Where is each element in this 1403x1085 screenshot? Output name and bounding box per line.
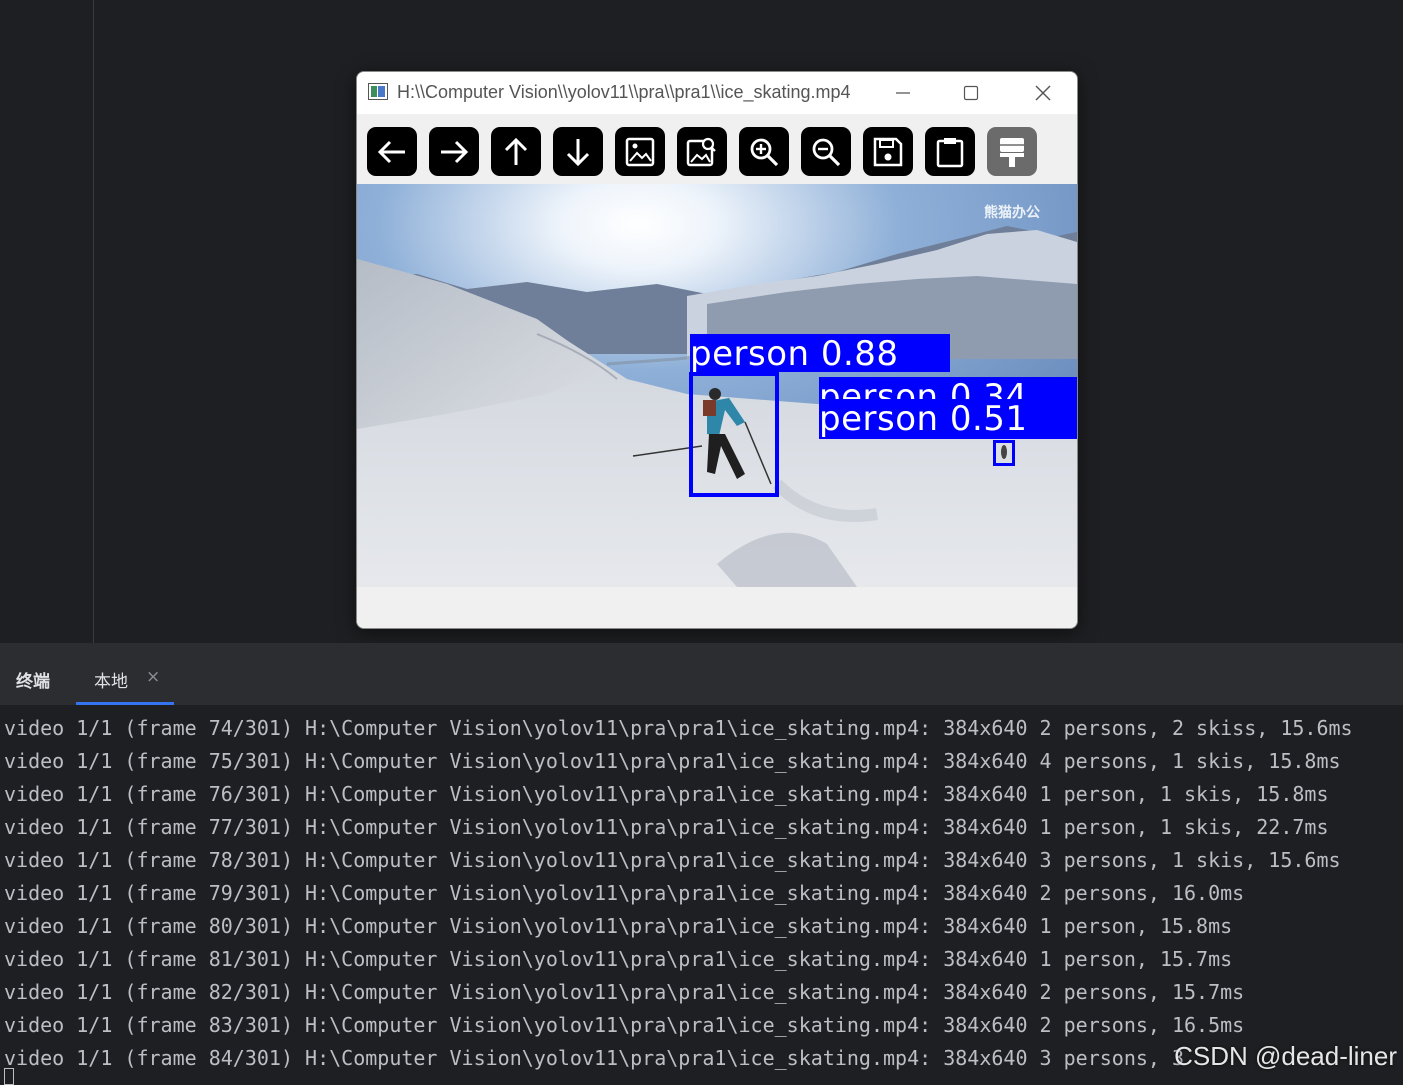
terminal-line: video 1/1 (frame 83/301) H:\Computer Vis… xyxy=(4,1013,1245,1037)
zoom-in-button[interactable] xyxy=(739,127,789,176)
terminal-line: video 1/1 (frame 75/301) H:\Computer Vis… xyxy=(4,749,1341,773)
video-window: H:\\Computer Vision\\yolov11\\pra\\pra1\… xyxy=(356,71,1078,629)
active-tab-indicator xyxy=(76,702,174,705)
csdn-watermark: CSDN @dead-liner xyxy=(1174,1041,1397,1071)
arrow-left-icon xyxy=(377,140,405,163)
close-icon xyxy=(1035,85,1051,101)
terminal-line: video 1/1 (frame 74/301) H:\Computer Vis… xyxy=(4,716,1353,740)
arrow-right-icon xyxy=(441,140,469,163)
tab-label: 本地 xyxy=(94,672,128,692)
pan-right-button[interactable] xyxy=(429,127,479,176)
copy-to-clipboard-button[interactable] xyxy=(925,127,975,176)
zoom-out-button[interactable] xyxy=(801,127,851,176)
minimize-button[interactable] xyxy=(873,72,933,114)
detection-label: person 0.51 xyxy=(819,399,1077,439)
pan-left-button[interactable] xyxy=(367,127,417,176)
detection-label-text: person 0.34 xyxy=(819,377,1028,399)
pan-down-button[interactable] xyxy=(553,127,603,176)
terminal-line: video 1/1 (frame 82/301) H:\Computer Vis… xyxy=(4,980,1245,1004)
properties-icon xyxy=(1000,137,1024,167)
terminal-line: video 1/1 (frame 80/301) H:\Computer Vis… xyxy=(4,914,1233,938)
zoom-in-icon xyxy=(750,138,779,166)
detection-box xyxy=(689,372,779,497)
terminal-line: video 1/1 (frame 76/301) H:\Computer Vis… xyxy=(4,782,1329,806)
maximize-icon xyxy=(963,85,979,101)
window-title: H:\\Computer Vision\\yolov11\\pra\\pra1\… xyxy=(397,82,851,102)
arrow-up-icon xyxy=(504,137,528,165)
terminal-panel: 终端 本地 × video 1/1 (frame 74/301) H:\Comp… xyxy=(0,643,1403,1085)
zoom-to-fit-button[interactable] xyxy=(677,127,727,176)
close-tab-icon[interactable]: × xyxy=(146,667,160,687)
detection-box xyxy=(993,440,1015,466)
maximize-button[interactable] xyxy=(941,72,1001,114)
terminal-line: video 1/1 (frame 79/301) H:\Computer Vis… xyxy=(4,881,1245,905)
zoom-reset-button[interactable] xyxy=(615,127,665,176)
terminal-line: video 1/1 (frame 81/301) H:\Computer Vis… xyxy=(4,947,1233,971)
video-frame: 熊猫办公 person 0.88 person 0.34 person 0.51 xyxy=(357,184,1077,587)
image-search-icon xyxy=(686,137,716,166)
pan-up-button[interactable] xyxy=(491,127,541,176)
terminal-line: video 1/1 (frame 78/301) H:\Computer Vis… xyxy=(4,848,1341,872)
terminal-cursor xyxy=(4,1068,14,1085)
terminal-header: 终端 本地 × xyxy=(0,643,1403,705)
close-button[interactable] xyxy=(1013,72,1073,114)
save-image-button[interactable] xyxy=(863,127,913,176)
tab-local[interactable]: 本地 × xyxy=(76,643,174,705)
detection-label: person 0.34 xyxy=(819,377,1077,399)
terminal-title: 终端 xyxy=(16,672,50,692)
status-bar xyxy=(357,587,1077,628)
save-icon xyxy=(873,137,903,166)
app-icon xyxy=(368,83,388,100)
terminal-line: video 1/1 (frame 77/301) H:\Computer Vis… xyxy=(4,815,1329,839)
window-titlebar[interactable]: H:\\Computer Vision\\yolov11\\pra\\pra1\… xyxy=(357,72,1077,114)
zoom-out-icon xyxy=(812,138,841,166)
detection-label: person 0.88 xyxy=(690,334,950,374)
arrow-down-icon xyxy=(566,138,590,166)
terminal-line: video 1/1 (frame 84/301) H:\Computer Vis… xyxy=(4,1046,1185,1070)
minimize-icon xyxy=(896,92,910,94)
video-toolbar xyxy=(357,114,1077,184)
image-icon xyxy=(625,137,655,166)
gutter-divider xyxy=(93,0,94,643)
video-watermark: 熊猫办公 xyxy=(984,205,1040,221)
clipboard-icon xyxy=(936,137,964,167)
properties-button[interactable] xyxy=(987,127,1037,176)
terminal-output[interactable]: video 1/1 (frame 74/301) H:\Computer Vis… xyxy=(4,712,1353,1075)
